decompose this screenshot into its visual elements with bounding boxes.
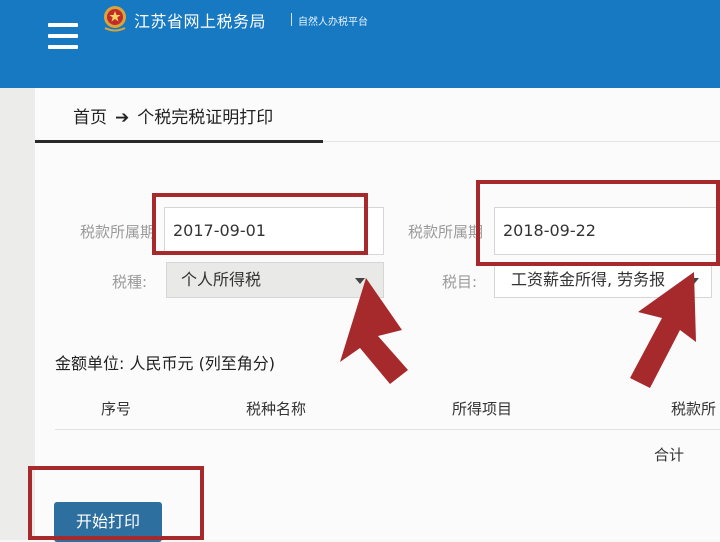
breadcrumb-current: 个税完税证明打印 [137,108,274,128]
title-divider [291,13,292,26]
site-title: 江苏省网上税务局 [134,12,267,31]
tab-divider [323,141,720,142]
column-header-tax-period: 税款所 [671,400,717,418]
breadcrumb-home-link[interactable]: 首页 [73,108,107,128]
breadcrumb: 首页 ➔ 个税完税证明打印 [73,103,273,128]
column-header-index: 序号 [101,400,132,418]
annotation-arrow-icon [630,272,696,388]
site-subtitle: 自然人办税平台 [298,17,368,28]
tax-type-value: 个人所得税 [181,270,262,289]
highlight-box-print-button [28,466,204,540]
tax-type-label: 税種: [112,273,148,291]
table-total-label: 合计 [654,446,685,464]
column-header-tax-name: 税种名称 [246,400,307,418]
highlight-box-start-date [152,193,368,255]
arrow-right-icon: ➔ [115,108,130,128]
active-tab-underline [35,140,323,143]
amount-unit-note: 金额单位: 人民币元 (列至角分) [55,354,276,373]
hamburger-menu-icon[interactable] [48,23,78,49]
tax-emblem-icon [104,6,126,32]
top-header-bar: 江苏省网上税务局 自然人办税平台 [0,0,720,88]
annotation-arrow-icon [340,278,408,384]
table-header-divider [55,429,720,430]
column-header-income-item: 所得项目 [452,400,513,418]
highlight-box-end-date [476,180,720,266]
tax-item-label: 税目: [442,273,478,291]
